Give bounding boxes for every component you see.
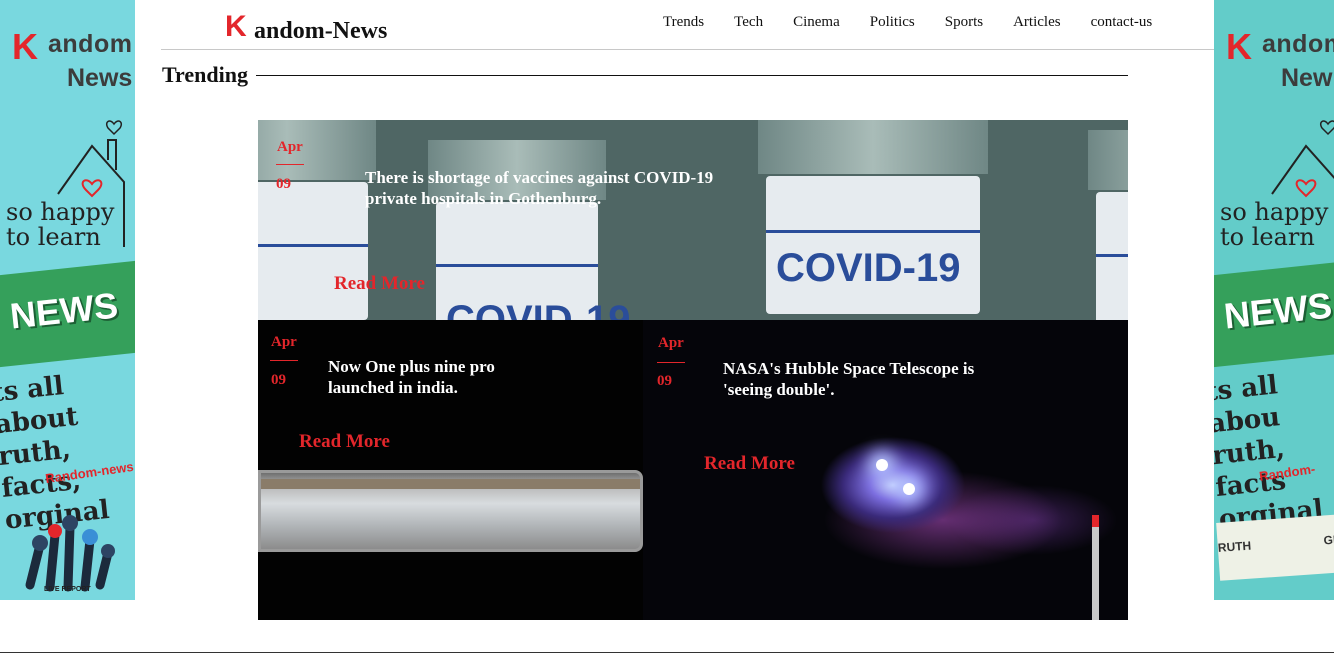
section-header: Trending [162,62,1128,90]
ad-tagline: ts all abou ruth, facts orginal [1214,364,1334,536]
date-divider [657,362,685,363]
read-more-link[interactable]: Read More [299,431,390,453]
nav-item-tech[interactable]: Tech [734,14,763,31]
read-more-link[interactable]: Read More [704,453,795,475]
ad-slogan-line1: so happy [1220,198,1329,226]
ad-slogan-line1: so happy [6,198,115,226]
section-divider [256,75,1128,76]
ad-truth-right: GR [1323,532,1334,548]
nav-item-politics[interactable]: Politics [870,14,915,31]
nav-item-sports[interactable]: Sports [945,14,983,31]
nav-item-trends[interactable]: Trends [663,14,704,31]
scroll-handle[interactable] [1092,515,1099,620]
ad-logo-line2: New [1281,64,1333,92]
page-bottom-divider [0,652,1334,653]
read-more-link[interactable]: Read More [334,273,425,295]
ad-logo-line1: andom [1262,30,1334,58]
article-card-vaccines[interactable]: COVID-19 COVID-19 Apr 09 There is shorta… [258,120,1128,320]
card-image-quasar [876,459,888,471]
ad-banner-right[interactable]: K andom New so happy to learn NEWS ts al… [1214,0,1334,600]
brand-mark: K [12,26,38,67]
ad-slogan: so happy to learn [6,200,114,250]
article-day: 09 [271,372,286,388]
vial-label-text: COVID-19 [446,298,631,320]
ad-truth-left: RUTH [1217,538,1252,555]
date-divider [270,360,298,361]
ad-slogan-line2: to learn [1220,223,1315,251]
main-nav: Trends Tech Cinema Politics Sports Artic… [663,14,1182,31]
card-image-phone [258,470,643,552]
brand-mark: K [225,10,247,43]
article-headline[interactable]: There is shortage of vaccines against CO… [365,167,750,209]
article-month: Apr [277,139,303,155]
article-card-oneplus[interactable]: Apr 09 Now One plus nine pro launched in… [258,320,643,620]
card-image-vial [1088,130,1128,320]
nav-item-cinema[interactable]: Cinema [793,14,840,31]
ad-logo-line2: News [67,64,133,92]
date-divider [276,164,304,165]
article-month: Apr [271,334,297,350]
section-title: Trending [162,62,250,88]
nav-item-contact[interactable]: contact-us [1091,14,1153,31]
ad-truth-graphic: RUTH GR [1216,513,1334,581]
nav-item-articles[interactable]: Articles [1013,14,1060,31]
ad-slogan-line2: to learn [6,223,101,251]
article-day: 09 [276,176,291,192]
brand-mark: K [1226,26,1252,67]
card-image-quasar [903,483,915,495]
ad-live-text: LIVE REPORT [44,586,91,593]
brand-name: andom-News [254,18,388,44]
ad-logo-line1: andom [48,30,133,58]
card-image-vial: COVID-19 [758,120,988,314]
article-headline[interactable]: Now One plus nine pro launched in india. [328,356,528,398]
article-day: 09 [657,373,672,389]
microphones-icon [25,515,115,592]
ad-banner-left[interactable]: K andom News so happy to learn NEWS ts a… [0,0,135,600]
article-card-hubble[interactable]: Apr 09 NASA's Hubble Space Telescope is … [643,320,1128,620]
site-header: K andom-News Trends Tech Cinema Politics… [161,0,1214,50]
article-month: Apr [658,335,684,351]
vial-label-text: COVID-19 [776,246,961,290]
ad-slogan: so happy to learn [1220,200,1328,250]
article-headline[interactable]: NASA's Hubble Space Telescope is 'seeing… [723,358,993,400]
